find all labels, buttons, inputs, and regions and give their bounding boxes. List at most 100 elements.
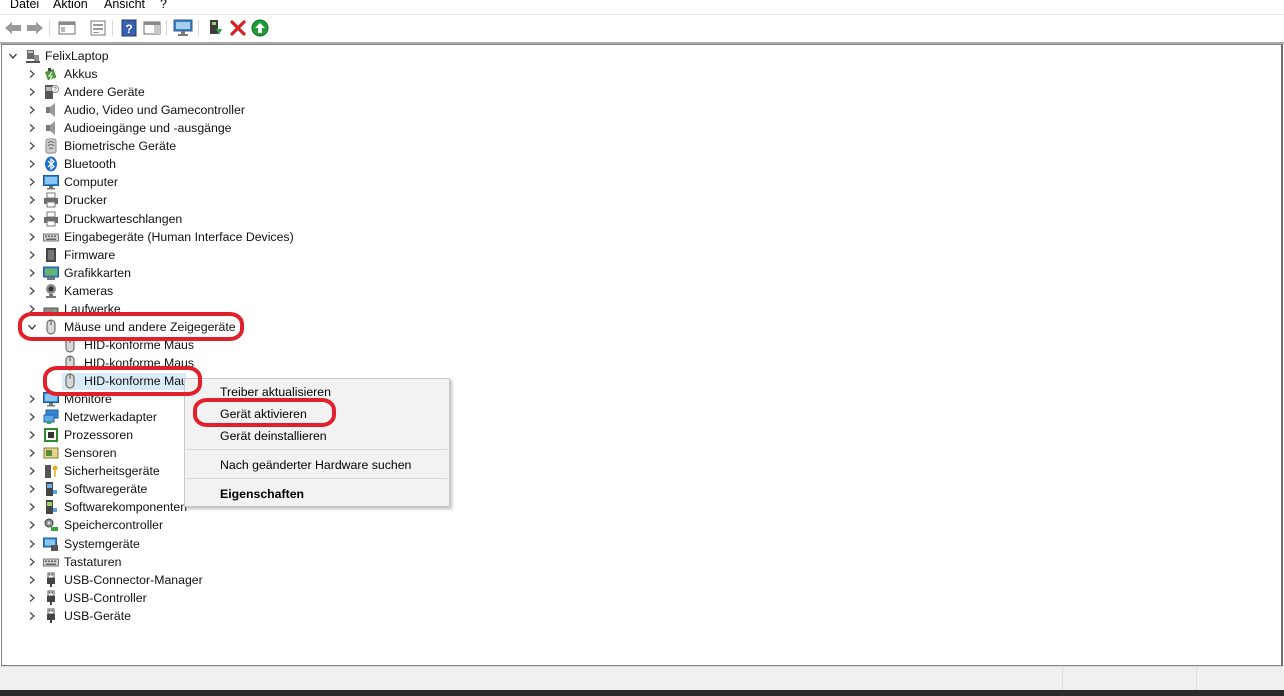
enable-device-icon[interactable] [250, 18, 270, 38]
chevron-right-icon[interactable] [27, 611, 37, 621]
chevron-right-icon[interactable] [27, 286, 37, 296]
chevron-right-icon[interactable] [27, 304, 37, 314]
tree-item-audioeingange-und-ausgange[interactable]: Audioeingänge und -ausgänge [64, 121, 232, 135]
printer-icon [43, 211, 59, 227]
tree-item-kameras[interactable]: Kameras [64, 284, 113, 298]
chevron-right-icon[interactable] [27, 250, 37, 260]
chevron-right-icon[interactable] [27, 539, 37, 549]
tree-item-druckwarteschlangen[interactable]: Druckwarteschlangen [64, 212, 182, 226]
chevron-right-icon[interactable] [27, 593, 37, 603]
chevron-right-icon[interactable] [27, 520, 37, 530]
console-tree-icon[interactable] [57, 18, 77, 38]
chevron-right-icon[interactable] [27, 484, 37, 494]
chevron-right-icon[interactable] [27, 195, 37, 205]
tree-item-andere-gerate[interactable]: Andere Geräte [64, 85, 145, 99]
menu-help[interactable]: ? [160, 0, 167, 11]
action-pane-icon[interactable] [142, 18, 162, 38]
chevron-right-icon[interactable] [27, 466, 37, 476]
tree-item-grafikkarten[interactable]: Grafikkarten [64, 266, 131, 280]
tree-item-netzwerkadapter[interactable]: Netzwerkadapter [64, 410, 157, 424]
usb-icon [43, 572, 59, 588]
tree-item-systemgerate[interactable]: Systemgeräte [64, 537, 140, 551]
keyboard-icon [43, 229, 59, 245]
tree-item-computer[interactable]: Computer [64, 175, 118, 189]
chevron-right-icon[interactable] [27, 87, 37, 97]
tree-item-monitore[interactable]: Monitore [64, 392, 112, 406]
tree-item-hid-konforme-maus[interactable]: HID-konforme Maus [84, 338, 194, 352]
tree-item-sicherheitsgerate[interactable]: Sicherheitsgeräte [64, 464, 160, 478]
tree-item-laufwerke[interactable]: Laufwerke [64, 302, 121, 316]
tree-item-usb-connector-manager[interactable]: USB-Connector-Manager [64, 573, 203, 587]
chevron-right-icon[interactable] [27, 394, 37, 404]
chevron-right-icon[interactable] [27, 105, 37, 115]
tree-item-mause-und-andere-zeigegerate[interactable]: Mäuse und andere Zeigegeräte [64, 320, 236, 334]
tree-item-bluetooth[interactable]: Bluetooth [64, 157, 116, 171]
menu-bar: Datei Aktion Ansicht ? [0, 0, 1284, 15]
bluetooth-icon [43, 156, 59, 172]
scan-hardware-icon[interactable] [173, 18, 193, 38]
chevron-right-icon[interactable] [27, 123, 37, 133]
chevron-right-icon[interactable] [27, 430, 37, 440]
tree-item-softwarekomponenten[interactable]: Softwarekomponenten [64, 500, 187, 514]
menu-datei[interactable]: Datei [10, 0, 39, 11]
menu-item-scan-hardware[interactable]: Nach geänderter Hardware suchen [220, 458, 411, 472]
tree-item-biometrische-gerate[interactable]: Biometrische Geräte [64, 139, 176, 153]
system-device-icon [43, 536, 59, 552]
chevron-right-icon[interactable] [27, 232, 37, 242]
chevron-right-icon[interactable] [27, 557, 37, 567]
toolbar: ? [0, 15, 1284, 40]
forward-icon[interactable] [25, 18, 45, 38]
mouse-icon [62, 373, 78, 389]
uninstall-device-icon[interactable] [228, 18, 248, 38]
update-driver-icon[interactable] [205, 18, 225, 38]
menu-ansicht[interactable]: Ansicht [104, 0, 145, 11]
status-cell [1196, 667, 1197, 691]
tree-item-usb-gerate[interactable]: USB-Geräte [64, 609, 131, 623]
properties-page-icon[interactable] [88, 18, 108, 38]
tree-item-hid-konforme-maus[interactable]: HID-konforme Maus [84, 374, 194, 388]
tree-item-hid-konforme-maus[interactable]: HID-konforme Maus [84, 356, 194, 370]
tree-item-firmware[interactable]: Firmware [64, 248, 115, 262]
menu-item-update-driver[interactable]: Treiber aktualisieren [220, 385, 331, 399]
chevron-right-icon[interactable] [27, 575, 37, 585]
monitor-icon [43, 391, 59, 407]
chevron-right-icon[interactable] [27, 448, 37, 458]
menu-aktion[interactable]: Aktion [53, 0, 88, 11]
fingerprint-icon [43, 138, 59, 154]
monitor-icon [43, 174, 59, 190]
tree-root-label[interactable]: FelixLaptop [45, 49, 109, 63]
computer-node-icon [25, 48, 41, 64]
tree-item-tastaturen[interactable]: Tastaturen [64, 555, 121, 569]
tree-item-usb-controller[interactable]: USB-Controller [64, 591, 147, 605]
chevron-right-icon[interactable] [27, 177, 37, 187]
tree-item-prozessoren[interactable]: Prozessoren [64, 428, 133, 442]
chevron-right-icon[interactable] [27, 141, 37, 151]
help-icon[interactable]: ? [119, 18, 139, 38]
usb-icon [43, 590, 59, 606]
mouse-icon [62, 355, 78, 371]
back-icon[interactable] [3, 18, 23, 38]
chevron-down-icon[interactable] [8, 51, 18, 61]
menu-item-enable-device[interactable]: Gerät aktivieren [220, 407, 307, 421]
chevron-right-icon[interactable] [27, 268, 37, 278]
chevron-right-icon[interactable] [27, 214, 37, 224]
tree-item-akkus[interactable]: Akkus [64, 67, 98, 81]
mouse-icon [62, 337, 78, 353]
mouse-icon [43, 319, 59, 335]
security-key-icon [43, 463, 59, 479]
tree-item-speichercontroller[interactable]: Speichercontroller [64, 518, 163, 532]
tree-item-drucker[interactable]: Drucker [64, 193, 107, 207]
chevron-right-icon[interactable] [27, 412, 37, 422]
tree-item-eingabegerate-human-interface-devices[interactable]: Eingabegeräte (Human Interface Devices) [64, 230, 294, 244]
tree-item-audio-video-und-gamecontroller[interactable]: Audio, Video und Gamecontroller [64, 103, 245, 117]
chevron-right-icon[interactable] [27, 502, 37, 512]
menu-item-properties[interactable]: Eigenschaften [220, 487, 304, 501]
menu-item-uninstall-device[interactable]: Gerät deinstallieren [220, 429, 327, 443]
chevron-right-icon[interactable] [27, 159, 37, 169]
processor-icon [43, 427, 59, 443]
camera-icon [43, 283, 59, 299]
tree-item-softwaregerate[interactable]: Softwaregeräte [64, 482, 147, 496]
chevron-right-icon[interactable] [27, 69, 37, 79]
tree-item-sensoren[interactable]: Sensoren [64, 446, 117, 460]
chevron-down-icon[interactable] [27, 322, 37, 332]
